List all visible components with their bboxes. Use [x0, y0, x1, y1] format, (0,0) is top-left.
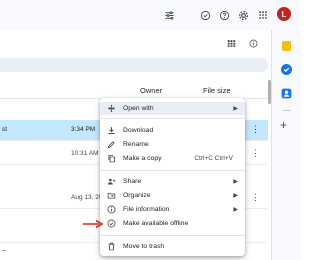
- share-person-add-icon: [107, 177, 116, 186]
- make-copy-shortcut: Ctrl+C Ctrl+V: [194, 155, 233, 162]
- more-actions-icon[interactable]: ⋮: [251, 192, 260, 203]
- grid-view-icon[interactable]: [227, 39, 237, 49]
- menu-divider: [100, 118, 245, 119]
- menu-item-rename[interactable]: Rename: [100, 138, 245, 151]
- menu-item-organize[interactable]: Organize ▶: [100, 189, 245, 202]
- apps-grid-icon[interactable]: [257, 9, 269, 21]
- menu-item-share[interactable]: Share ▶: [100, 175, 245, 188]
- submenu-arrow-icon: ▶: [233, 207, 238, 213]
- account-avatar[interactable]: L: [277, 7, 291, 21]
- file-name: st: [2, 126, 8, 133]
- file-modified: Aug 13, 20: [71, 194, 103, 201]
- side-panel: +: [271, 30, 301, 260]
- download-icon: [107, 126, 116, 135]
- offline-check-icon: [107, 219, 116, 228]
- search-options-icon[interactable]: [163, 9, 175, 21]
- details-info-icon[interactable]: [249, 39, 259, 49]
- rename-pencil-icon: [107, 140, 116, 149]
- top-bar: L: [0, 0, 300, 30]
- submenu-arrow-icon: ▶: [233, 179, 238, 185]
- copy-icon: [107, 154, 116, 163]
- settings-gear-icon[interactable]: [237, 9, 249, 21]
- menu-item-download[interactable]: Download: [100, 124, 245, 137]
- keep-icon[interactable]: [282, 41, 291, 51]
- menu-item-make-copy[interactable]: Make a copy Ctrl+C Ctrl+V: [100, 152, 245, 165]
- get-add-ons-icon[interactable]: +: [280, 119, 287, 131]
- menu-item-open-with[interactable]: Open with ▶: [100, 102, 245, 115]
- tasks-icon[interactable]: [281, 64, 292, 75]
- menu-divider: [100, 235, 245, 236]
- offline-status-icon[interactable]: [199, 9, 211, 21]
- column-header-file-size[interactable]: File size: [203, 86, 231, 95]
- open-with-move-icon: [107, 104, 116, 113]
- menu-item-file-information[interactable]: File information ▶: [100, 203, 245, 216]
- menu-item-move-to-trash[interactable]: Move to trash: [100, 240, 245, 253]
- context-menu: Open with ▶ Download Rename Make a copy …: [100, 98, 245, 256]
- trash-icon: [107, 242, 116, 251]
- menu-divider: [100, 170, 245, 171]
- submenu-arrow-icon: ▶: [233, 193, 238, 199]
- more-actions-icon[interactable]: ⋮: [251, 148, 260, 159]
- annotation-arrow-icon: [82, 219, 104, 229]
- more-actions-icon[interactable]: ⋮: [251, 124, 260, 135]
- column-header-owner[interactable]: Owner: [140, 86, 162, 95]
- file-modified: 10:31 AM: [71, 150, 99, 157]
- panel-divider: [283, 110, 290, 111]
- file-modified: 3:34 PM: [71, 126, 96, 133]
- help-icon[interactable]: [218, 9, 230, 21]
- contacts-icon[interactable]: [280, 87, 293, 100]
- info-icon: [107, 205, 116, 214]
- file-type-icon: ‒: [2, 247, 6, 254]
- menu-item-make-available-offline[interactable]: Make available offline: [100, 217, 245, 230]
- submenu-arrow-icon: ▶: [233, 106, 238, 112]
- organize-folder-icon: [107, 191, 116, 200]
- filter-chip-bar[interactable]: [0, 58, 268, 72]
